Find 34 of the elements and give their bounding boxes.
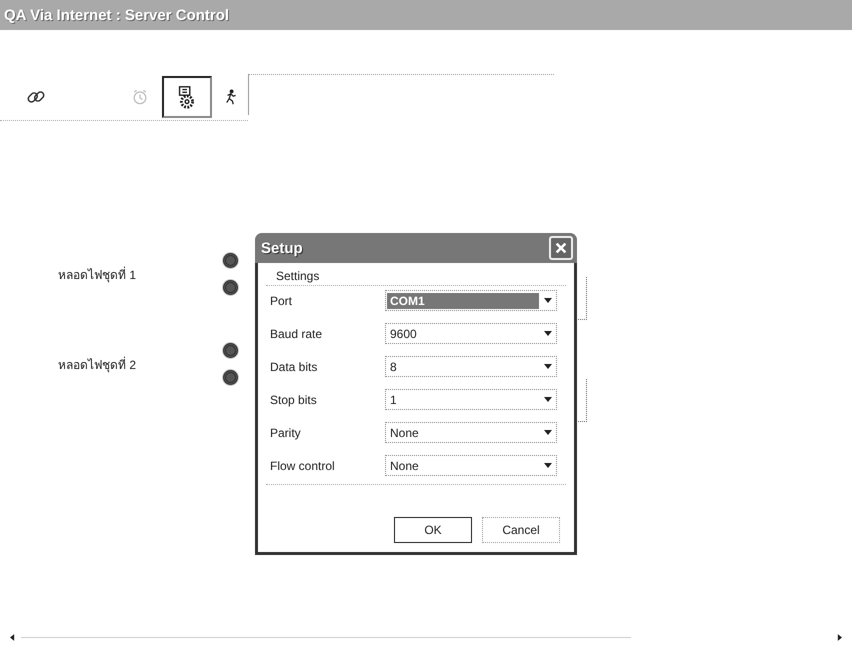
dropdown-field[interactable]: 8 [385,356,557,377]
dropdown-arrow-icon [544,463,552,468]
ok-button[interactable]: OK [394,517,472,543]
window-title: QA Via Internet : Server Control [4,6,230,24]
cancel-button[interactable]: Cancel [482,517,560,543]
dropdown-field[interactable]: None [385,455,557,476]
group-label: Settings [276,269,320,283]
scroll-left-icon[interactable] [10,634,15,641]
radio-button[interactable] [223,280,238,295]
dropdown-field[interactable]: None [385,422,557,443]
field-label: Parity [269,426,302,440]
field-label: Data bits [269,360,318,374]
field-label: Flow control [269,458,336,472]
close-icon [554,241,568,255]
dropdown-field[interactable]: 1 [385,389,557,410]
lamp-label: หลอดไฟชุดที่ 2 [58,356,136,374]
radio-button[interactable] [223,253,238,268]
dropdown-field[interactable]: COM1 [385,290,557,311]
dropdown-arrow-icon [544,331,552,336]
dropdown-arrow-icon [544,364,552,369]
radio-button[interactable] [223,370,238,385]
field-label: Baud rate [269,326,324,340]
dropdown-arrow-icon [544,298,552,303]
field-label: Stop bits [269,392,318,406]
close-button[interactable] [549,236,573,260]
dropdown-field[interactable]: 9600 [385,323,557,344]
dropdown-arrow-icon [544,397,552,402]
dialog-title: Setup [261,240,303,256]
scroll-right-icon[interactable] [837,634,842,641]
dropdown-arrow-icon [544,430,552,435]
radio-button[interactable] [223,343,238,358]
lamp-label: หลอดไฟชุดที่ 1 [58,266,136,284]
gear-document-icon[interactable] [162,76,212,118]
field-label: Port [269,294,294,308]
